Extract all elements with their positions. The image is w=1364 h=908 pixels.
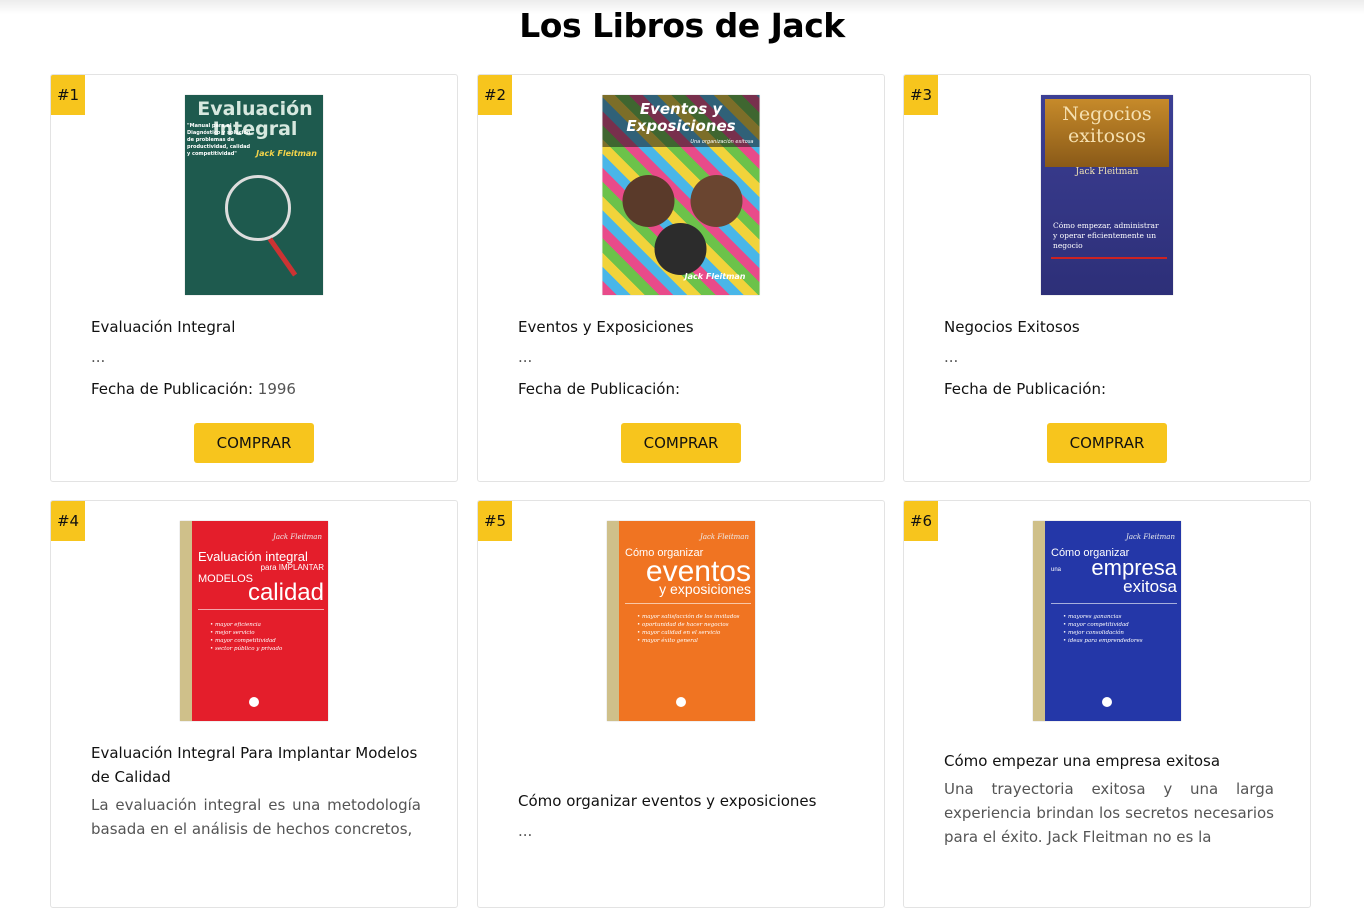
book-card-3: #3 Negocios exitosos Jack Fleitman Cómo … <box>903 74 1311 482</box>
book-card-1: #1 Evaluación Integral Jack Fleitman "Ma… <box>50 74 458 482</box>
cover-line: para IMPLANTAR <box>260 563 324 572</box>
book-card-4: #4 Jack Fleitman Evaluación integral par… <box>50 500 458 908</box>
buy-button[interactable]: COMPRAR <box>194 423 314 463</box>
publisher-logo-icon <box>1102 697 1112 707</box>
book-title: Cómo organizar eventos y exposiciones <box>518 792 817 810</box>
cover-author: Jack Fleitman <box>256 149 317 158</box>
book-card-2: #2 Eventos y Exposiciones Una organizaci… <box>477 74 885 482</box>
cover-line: calidad <box>247 579 324 606</box>
buy-button[interactable]: COMPRAR <box>621 423 741 463</box>
publication-label: Fecha de Publicación: <box>91 380 254 398</box>
book-title: Negocios Exitosos <box>944 318 1080 336</box>
cover-rule <box>1051 603 1177 604</box>
book-description: La evaluación integral es una metodologí… <box>91 796 421 838</box>
publication-label: Fecha de Publicación: <box>518 380 681 398</box>
book-description: ... <box>91 348 106 366</box>
page-title: Los Libros de Jack <box>519 6 845 45</box>
cover-line: exitosa <box>1123 577 1177 596</box>
cover-photo <box>654 223 707 275</box>
buy-button[interactable]: COMPRAR <box>1047 423 1167 463</box>
cover-spine <box>180 521 192 721</box>
cover-title: Eventos y Exposiciones <box>626 100 736 135</box>
rank-badge: #6 <box>904 501 938 541</box>
publication-date: Fecha de Publicación: 1996 <box>91 380 296 398</box>
book-card-5: #5 Jack Fleitman Cómo organizar eventos … <box>477 500 885 908</box>
publication-value: 1996 <box>257 380 296 398</box>
cover-line: y exposiciones <box>659 581 751 597</box>
book-title: Cómo empezar una empresa exitosa <box>944 752 1221 770</box>
book-cover[interactable]: Eventos y Exposiciones Una organización … <box>602 95 760 295</box>
cover-bullets: • mayor eficiencia • mejor servicio • may… <box>210 622 283 652</box>
cover-author: Jack Fleitman <box>1075 167 1139 177</box>
cover-bullets: • mayores ganancias • mayor competitivida… <box>1063 614 1143 644</box>
magnifier-handle <box>267 237 298 277</box>
rank-badge: #5 <box>478 501 512 541</box>
magnifier-icon <box>225 175 291 241</box>
cover-author: Jack Fleitman <box>684 272 746 281</box>
cover-spine <box>607 521 619 721</box>
cover-photo <box>690 175 743 227</box>
publication-date: Fecha de Publicación: <box>518 380 680 398</box>
rank-badge: #4 <box>51 501 85 541</box>
publisher-logo-icon <box>676 697 686 707</box>
book-description: ... <box>518 822 533 840</box>
cover-author: Jack Fleitman <box>700 533 749 541</box>
publisher-logo-icon <box>249 697 259 707</box>
publication-date: Fecha de Publicación: <box>944 380 1106 398</box>
cover-author: Jack Fleitman <box>273 533 322 541</box>
cover-line: Evaluación integral <box>198 549 308 564</box>
rank-badge: #2 <box>478 75 512 115</box>
book-description: ... <box>518 348 533 366</box>
publication-label: Fecha de Publicación: <box>944 380 1107 398</box>
book-card-6: #6 Jack Fleitman Cómo organizar una empr… <box>903 500 1311 908</box>
book-cover[interactable]: Jack Fleitman Evaluación integral para I… <box>180 521 328 721</box>
cover-author: Jack Fleitman <box>1126 533 1175 541</box>
cover-bullets: • mayor satisfacción de los invitados • o… <box>637 614 740 644</box>
book-cover[interactable]: Evaluación Integral Jack Fleitman "Manua… <box>185 95 323 295</box>
cover-photo <box>622 175 675 227</box>
cover-spine <box>1033 521 1045 721</box>
book-cover[interactable]: Jack Fleitman Cómo organizar una empresa… <box>1033 521 1181 721</box>
book-cover[interactable]: Negocios exitosos Jack Fleitman Cómo emp… <box>1041 95 1173 295</box>
book-title: Eventos y Exposiciones <box>518 318 694 336</box>
cover-blurb: Cómo empezar, administrar y operar efici… <box>1053 221 1159 250</box>
book-description: ... <box>944 348 959 366</box>
cover-rule <box>198 609 324 610</box>
book-title: Evaluación Integral Para Implantar Model… <box>91 744 418 786</box>
cover-title: Negocios exitosos <box>1062 103 1152 147</box>
rank-badge: #3 <box>904 75 938 115</box>
book-title: Evaluación Integral <box>91 318 236 336</box>
cover-subtitle: Una organización exitosa <box>690 139 754 145</box>
cover-rule <box>1051 257 1167 259</box>
book-cover[interactable]: Jack Fleitman Cómo organizar eventos y e… <box>607 521 755 721</box>
cover-blurb: "Manual para el Diagnóstico y solución d… <box>187 123 251 157</box>
book-description: Una trayectoria exitosa y una larga expe… <box>944 780 1274 846</box>
rank-badge: #1 <box>51 75 85 115</box>
cover-rule <box>625 603 751 604</box>
